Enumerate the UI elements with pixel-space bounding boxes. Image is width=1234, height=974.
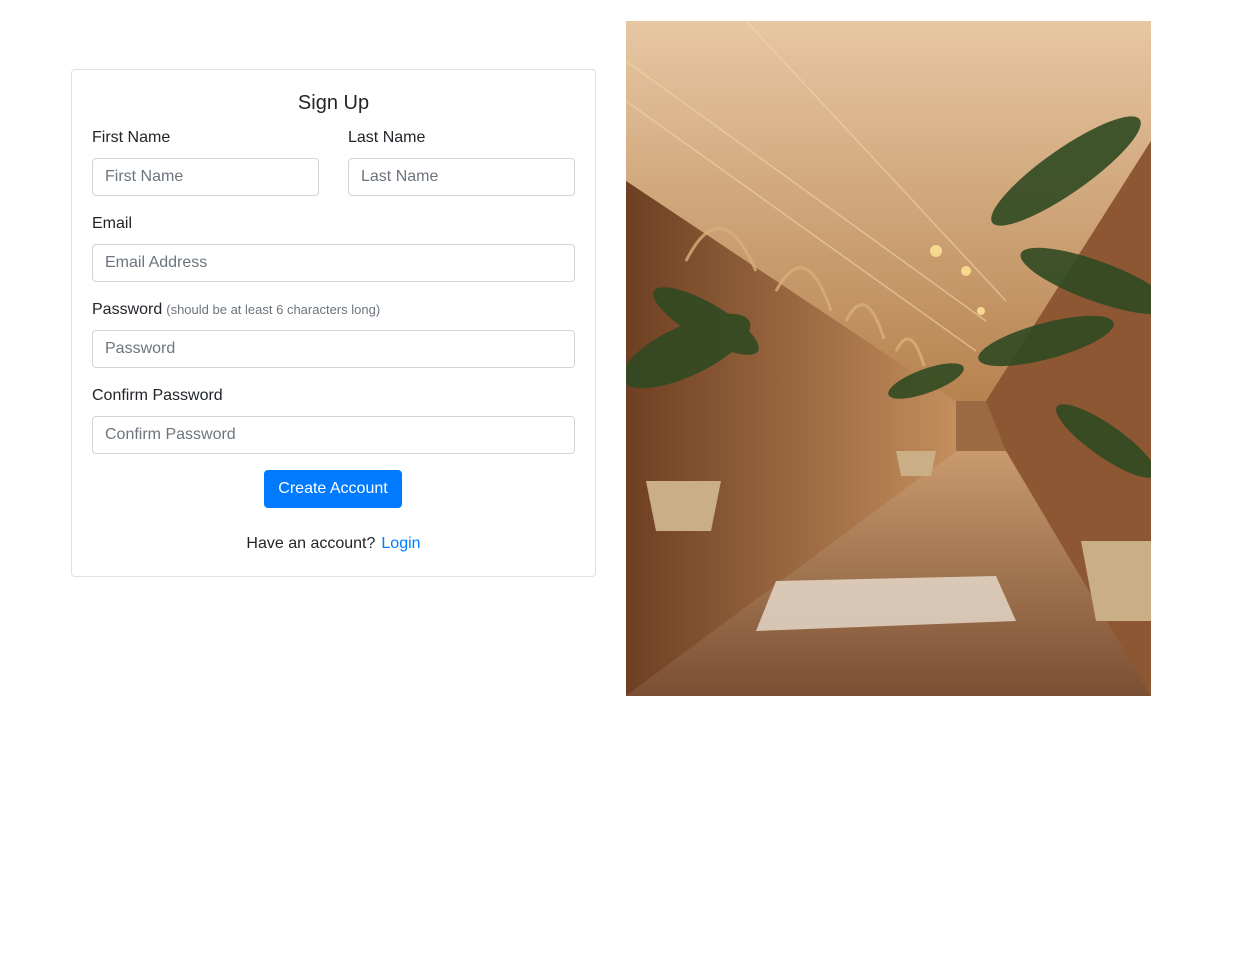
email-input[interactable] <box>92 244 575 282</box>
email-label: Email <box>92 215 133 232</box>
login-prompt: Have an account? Login <box>72 535 595 553</box>
password-label: Password <box>92 301 163 318</box>
password-label-row: Password (should be at least 6 characters… <box>92 301 380 319</box>
password-input[interactable] <box>92 330 575 368</box>
last-name-input[interactable] <box>348 158 575 196</box>
password-hint: (should be at least 6 characters long) <box>166 302 381 317</box>
signup-title: Sign Up <box>297 92 370 114</box>
login-link[interactable]: Login <box>381 535 420 552</box>
confirm-password-input[interactable] <box>92 416 575 454</box>
create-account-button[interactable]: Create Account <box>264 470 402 508</box>
have-account-text: Have an account? <box>246 535 376 552</box>
last-name-label: Last Name <box>348 129 426 146</box>
hotel-lobby-image <box>626 21 1151 696</box>
first-name-label: First Name <box>92 129 171 146</box>
first-name-input[interactable] <box>92 158 319 196</box>
confirm-password-label: Confirm Password <box>92 387 223 404</box>
signup-card: Sign Up First Name Last Name Email Passw… <box>71 69 596 577</box>
